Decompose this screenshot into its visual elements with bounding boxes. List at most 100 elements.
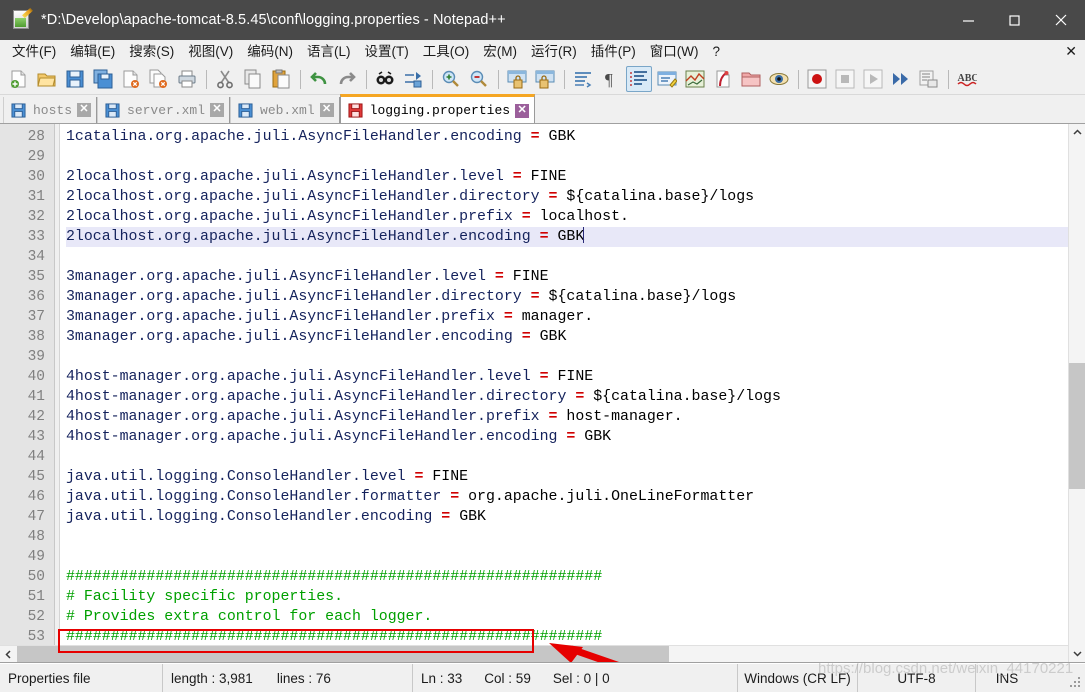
code-line[interactable]: # Facility specific properties. — [66, 587, 1068, 607]
vertical-scroll-track[interactable] — [1069, 141, 1085, 645]
zoom-in-icon[interactable] — [438, 66, 464, 92]
vertical-scroll-thumb[interactable] — [1069, 362, 1085, 489]
code-line[interactable]: ########################################… — [66, 567, 1068, 587]
resize-grip-icon[interactable] — [1070, 677, 1082, 689]
code-line[interactable] — [66, 527, 1068, 547]
horizontal-scroll-track[interactable] — [17, 645, 1068, 662]
sync-horizontal-scroll-icon[interactable] — [532, 66, 558, 92]
code-text[interactable]: 1catalina.org.apache.juli.AsyncFileHandl… — [60, 124, 1068, 645]
function-list-icon[interactable] — [710, 66, 736, 92]
menu-item-encoding[interactable]: 编码(N) — [240, 41, 300, 63]
tab-close-icon[interactable]: ✕ — [319, 103, 334, 117]
code-line[interactable]: 2localhost.org.apache.juli.AsyncFileHand… — [66, 207, 1068, 227]
menu-item-run[interactable]: 运行(R) — [524, 41, 584, 63]
menu-item-window[interactable]: 窗口(W) — [643, 41, 706, 63]
code-line[interactable]: java.util.logging.ConsoleHandler.encodin… — [66, 507, 1068, 527]
show-all-characters-icon[interactable]: ¶ — [598, 66, 624, 92]
cut-icon[interactable] — [212, 66, 238, 92]
code-line[interactable]: ########################################… — [66, 627, 1068, 645]
tab-hosts[interactable]: hosts ✕ — [3, 97, 98, 123]
document-map-icon[interactable] — [682, 66, 708, 92]
tab-web-xml[interactable]: web.xml ✕ — [230, 97, 340, 123]
maximize-button[interactable] — [991, 0, 1037, 40]
code-line[interactable]: 4host-manager.org.apache.juli.AsyncFileH… — [66, 367, 1068, 387]
stop-record-macro-icon[interactable] — [832, 66, 858, 92]
status-encoding[interactable]: UTF-8 — [858, 663, 976, 692]
menu-item-language[interactable]: 语言(L) — [300, 41, 358, 63]
code-line[interactable] — [66, 247, 1068, 267]
code-line[interactable]: 4host-manager.org.apache.juli.AsyncFileH… — [66, 407, 1068, 427]
code-line[interactable]: 2localhost.org.apache.juli.AsyncFileHand… — [66, 167, 1068, 187]
property-key: 3manager.org.apache.juli.AsyncFileHandle… — [66, 289, 522, 305]
code-line[interactable] — [66, 547, 1068, 567]
tab-close-icon[interactable]: ✕ — [515, 103, 530, 118]
menu-item-file[interactable]: 文件(F) — [5, 41, 63, 63]
code-line[interactable]: 3manager.org.apache.juli.AsyncFileHandle… — [66, 267, 1068, 287]
code-line[interactable]: java.util.logging.ConsoleHandler.level =… — [66, 467, 1068, 487]
menu-item-edit[interactable]: 编辑(E) — [63, 41, 122, 63]
horizontal-scroll-thumb[interactable] — [17, 645, 669, 662]
tab-close-icon[interactable]: ✕ — [210, 103, 225, 117]
property-value: FINE — [557, 369, 594, 385]
code-line[interactable]: 4host-manager.org.apache.juli.AsyncFileH… — [66, 427, 1068, 447]
code-line[interactable]: 1catalina.org.apache.juli.AsyncFileHandl… — [66, 127, 1068, 147]
find-icon[interactable] — [372, 66, 398, 92]
redo-icon[interactable] — [334, 66, 360, 92]
menu-item-settings[interactable]: 设置(T) — [358, 41, 416, 63]
scroll-down-arrow[interactable] — [1069, 645, 1085, 662]
save-macro-icon[interactable] — [916, 66, 942, 92]
menu-item-plugins[interactable]: 插件(P) — [584, 41, 643, 63]
code-line[interactable]: # Provides extra control for each logger… — [66, 607, 1068, 627]
tab-logging-properties[interactable]: logging.properties ✕ — [339, 94, 536, 123]
horizontal-scrollbar[interactable] — [0, 645, 1068, 662]
minimize-button[interactable] — [945, 0, 991, 40]
menu-item-tools[interactable]: 工具(O) — [416, 41, 477, 63]
toolbar: ¶ ABC — [0, 64, 1085, 95]
undo-icon[interactable] — [306, 66, 332, 92]
status-eol-format[interactable]: Windows (CR LF) — [738, 663, 858, 692]
play-macro-icon[interactable] — [860, 66, 886, 92]
save-all-icon[interactable] — [90, 66, 116, 92]
word-wrap-icon[interactable] — [570, 66, 596, 92]
menu-item-search[interactable]: 搜索(S) — [122, 41, 181, 63]
sync-vertical-scroll-icon[interactable] — [504, 66, 530, 92]
print-icon[interactable] — [174, 66, 200, 92]
menu-item-view[interactable]: 视图(V) — [181, 41, 240, 63]
vertical-scrollbar[interactable] — [1068, 124, 1085, 662]
run-macro-multiple-icon[interactable] — [888, 66, 914, 92]
code-line[interactable]: 3manager.org.apache.juli.AsyncFileHandle… — [66, 327, 1068, 347]
zoom-out-icon[interactable] — [466, 66, 492, 92]
paste-icon[interactable] — [268, 66, 294, 92]
save-icon[interactable] — [62, 66, 88, 92]
scroll-up-arrow[interactable] — [1069, 124, 1085, 141]
code-line[interactable]: 4host-manager.org.apache.juli.AsyncFileH… — [66, 387, 1068, 407]
replace-icon[interactable] — [400, 66, 426, 92]
close-document-icon[interactable]: ✕ — [1065, 43, 1077, 60]
show-indent-guide-icon[interactable] — [626, 66, 652, 92]
menu-item-macro[interactable]: 宏(M) — [476, 41, 524, 63]
scroll-left-arrow[interactable] — [0, 646, 17, 663]
code-line[interactable]: 2localhost.org.apache.juli.AsyncFileHand… — [66, 187, 1068, 207]
new-file-icon[interactable] — [6, 66, 32, 92]
close-file-icon[interactable] — [118, 66, 144, 92]
monitoring-icon[interactable] — [766, 66, 792, 92]
tab-close-icon[interactable]: ✕ — [77, 103, 92, 117]
start-record-macro-icon[interactable] — [804, 66, 830, 92]
close-button[interactable] — [1037, 0, 1085, 40]
copy-icon[interactable] — [240, 66, 266, 92]
close-all-files-icon[interactable] — [146, 66, 172, 92]
code-line[interactable] — [66, 447, 1068, 467]
code-line[interactable] — [66, 147, 1068, 167]
open-file-icon[interactable] — [34, 66, 60, 92]
code-line[interactable] — [66, 347, 1068, 367]
folder-as-workspace-icon[interactable] — [738, 66, 764, 92]
code-line[interactable]: java.util.logging.ConsoleHandler.formatt… — [66, 487, 1068, 507]
code-line[interactable]: 2localhost.org.apache.juli.AsyncFileHand… — [66, 227, 1068, 247]
menu-item-help[interactable]: ? — [705, 41, 727, 63]
code-line[interactable]: 3manager.org.apache.juli.AsyncFileHandle… — [66, 307, 1068, 327]
tab-server-xml[interactable]: server.xml ✕ — [97, 97, 231, 123]
status-insert-mode[interactable]: INS — [976, 664, 1038, 692]
user-defined-language-icon[interactable] — [654, 66, 680, 92]
code-line[interactable]: 3manager.org.apache.juli.AsyncFileHandle… — [66, 287, 1068, 307]
spell-check-icon[interactable]: ABC — [954, 66, 980, 92]
